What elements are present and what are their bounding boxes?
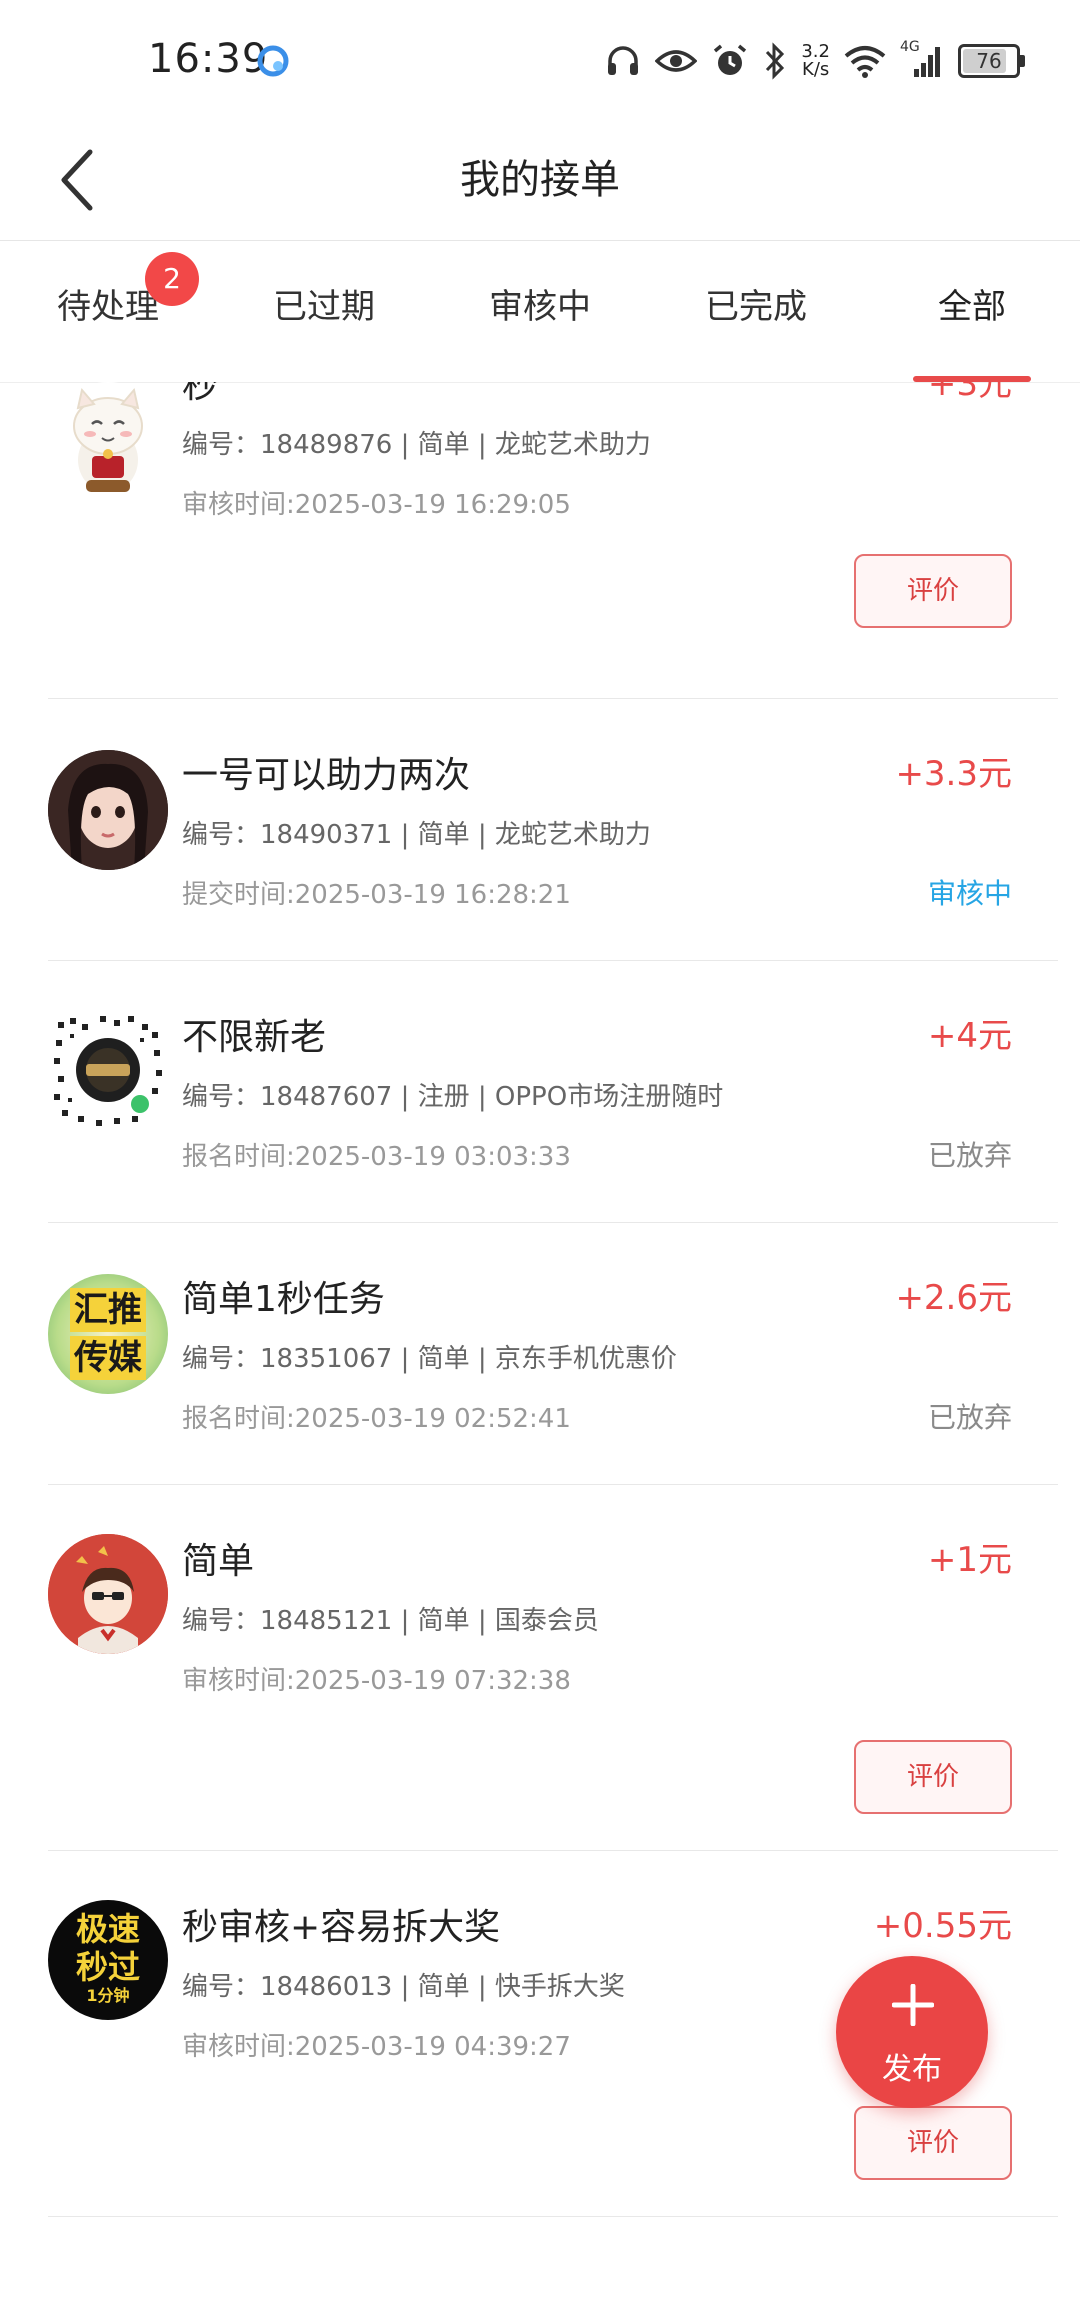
battery-level: 76 — [976, 49, 1002, 73]
battery-indicator: 76 — [958, 44, 1025, 78]
bluetooth-icon — [766, 42, 785, 80]
brand-avatar-line1: 汇推 — [70, 1288, 146, 1332]
network-speed: 3.2 K/s — [801, 43, 830, 79]
order-meta: 编号：18485121 | 简单 | 国泰会员 — [182, 1606, 599, 1636]
order-meta: 编号：18486013 | 简单 | 快手拆大奖 — [182, 1972, 625, 2002]
publish-label: 发布 — [882, 2052, 942, 2087]
order-time: 报名时间:2025-03-19 02:52:41 — [182, 1404, 571, 1434]
rate-button[interactable]: 评价 — [854, 2106, 1012, 2180]
app-header: 我的接单 — [0, 120, 1080, 241]
tab-pending[interactable]: 待处理 2 — [0, 242, 216, 382]
order-reward: +4元 — [927, 1016, 1012, 1056]
brand-avatar: 汇推 传媒 — [48, 1274, 168, 1394]
order-title: 不限新老 — [182, 1017, 327, 1058]
page-title: 我的接单 — [460, 157, 620, 203]
order-title: 简单 — [182, 1541, 255, 1582]
tab-label: 已过期 — [273, 287, 375, 327]
rate-button[interactable]: 评价 — [854, 554, 1012, 628]
status-bar: 16:39 3.2 K/s 4G 76 — [0, 0, 1080, 120]
brand-avatar-text: 汇推 传媒 — [48, 1288, 168, 1380]
status-time: 16:39 — [148, 36, 269, 82]
tab-expired[interactable]: 已过期 — [216, 242, 432, 382]
brand-avatar-line2: 秒过 — [75, 1948, 140, 1986]
app-notification-icon — [257, 45, 289, 77]
order-reward: +2.6元 — [895, 1278, 1012, 1318]
order-title: 简单1秒任务 — [182, 1279, 385, 1320]
order-title: 秒 — [182, 382, 219, 406]
order-item[interactable]: 汇推 传媒 简单1秒任务 +2.6元 编号：18351067 | 简单 | 京东… — [48, 1222, 1058, 1485]
order-reward: +3.3元 — [895, 754, 1012, 794]
user-avatar — [48, 1534, 168, 1654]
tab-reviewing[interactable]: 审核中 — [432, 242, 648, 382]
portrait-icon — [48, 750, 168, 870]
order-time: 提交时间:2025-03-19 16:28:21 — [182, 880, 571, 910]
lucky-cat-avatar — [48, 382, 168, 502]
order-meta: 编号：18351067 | 简单 | 京东手机优惠价 — [182, 1344, 677, 1374]
order-meta: 编号：18490371 | 简单 | 龙蛇艺术助力 — [182, 820, 651, 850]
network-speed-unit: K/s — [802, 59, 830, 80]
brand-avatar-line2: 传媒 — [70, 1336, 146, 1380]
brand-avatar: 极速 秒过 1分钟 — [48, 1900, 168, 2020]
order-status: 已放弃 — [927, 1401, 1012, 1434]
brand-avatar-text: 极速 秒过 1分钟 — [48, 1910, 168, 2006]
headphones-icon — [608, 46, 639, 75]
user-avatar — [48, 750, 168, 870]
tab-bar: 待处理 2 已过期 审核中 已完成 全部 — [0, 242, 1080, 383]
order-status: 审核中 — [927, 877, 1012, 910]
order-time: 审核时间:2025-03-19 04:39:27 — [182, 2032, 571, 2062]
order-item[interactable]: 一号可以助力两次 +3.3元 编号：18490371 | 简单 | 龙蛇艺术助力… — [48, 698, 1058, 961]
order-reward: +1元 — [927, 1540, 1012, 1580]
order-title: 一号可以助力两次 — [182, 755, 471, 796]
order-status: 已放弃 — [927, 1139, 1012, 1172]
qr-code-avatar — [48, 1010, 168, 1130]
order-time: 报名时间:2025-03-19 03:03:33 — [182, 1142, 571, 1172]
rate-button[interactable]: 评价 — [854, 1740, 1012, 1814]
qr-code-icon — [48, 1010, 168, 1130]
signal-icon — [914, 47, 940, 77]
order-time: 审核时间:2025-03-19 16:29:05 — [182, 490, 571, 520]
tab-completed[interactable]: 已完成 — [648, 242, 864, 382]
plus-icon — [892, 1984, 934, 2026]
publish-fab-button[interactable]: 发布 — [836, 1956, 988, 2108]
lucky-cat-icon — [73, 387, 143, 492]
alarm-icon — [714, 44, 747, 75]
order-time: 审核时间:2025-03-19 07:32:38 — [182, 1666, 571, 1696]
tab-label: 审核中 — [489, 287, 591, 327]
order-title: 秒审核+容易拆大奖 — [182, 1907, 501, 1948]
tab-label: 全部 — [938, 287, 1006, 327]
pending-count-badge: 2 — [145, 252, 199, 306]
tab-label: 待处理 — [57, 287, 159, 327]
cellular-signal: 4G — [900, 39, 944, 79]
wifi-icon — [844, 46, 886, 78]
tab-label: 已完成 — [705, 287, 807, 327]
brand-avatar-line1: 极速 — [75, 1910, 140, 1948]
order-reward: +0.55元 — [873, 1906, 1012, 1946]
brand-avatar-line3: 1分钟 — [86, 1986, 130, 2005]
order-meta: 编号：18487607 | 注册 | OPPO市场注册随时 — [182, 1082, 724, 1112]
order-reward: +3元 — [927, 382, 1012, 404]
order-item[interactable]: 不限新老 +4元 编号：18487607 | 注册 | OPPO市场注册随时 报… — [48, 960, 1058, 1223]
cartoon-avatar-icon — [48, 1534, 168, 1654]
status-icons: 3.2 K/s 4G 76 — [605, 36, 1025, 86]
order-meta: 编号：18489876 | 简单 | 龙蛇艺术助力 — [182, 430, 651, 460]
eye-icon — [655, 50, 698, 72]
order-item[interactable]: 秒 +3元 编号：18489876 | 简单 | 龙蛇艺术助力 审核时间:202… — [48, 382, 1058, 699]
tab-all[interactable]: 全部 — [864, 242, 1080, 382]
order-item[interactable]: 简单 +1元 编号：18485121 | 简单 | 国泰会员 审核时间:2025… — [48, 1484, 1058, 1851]
